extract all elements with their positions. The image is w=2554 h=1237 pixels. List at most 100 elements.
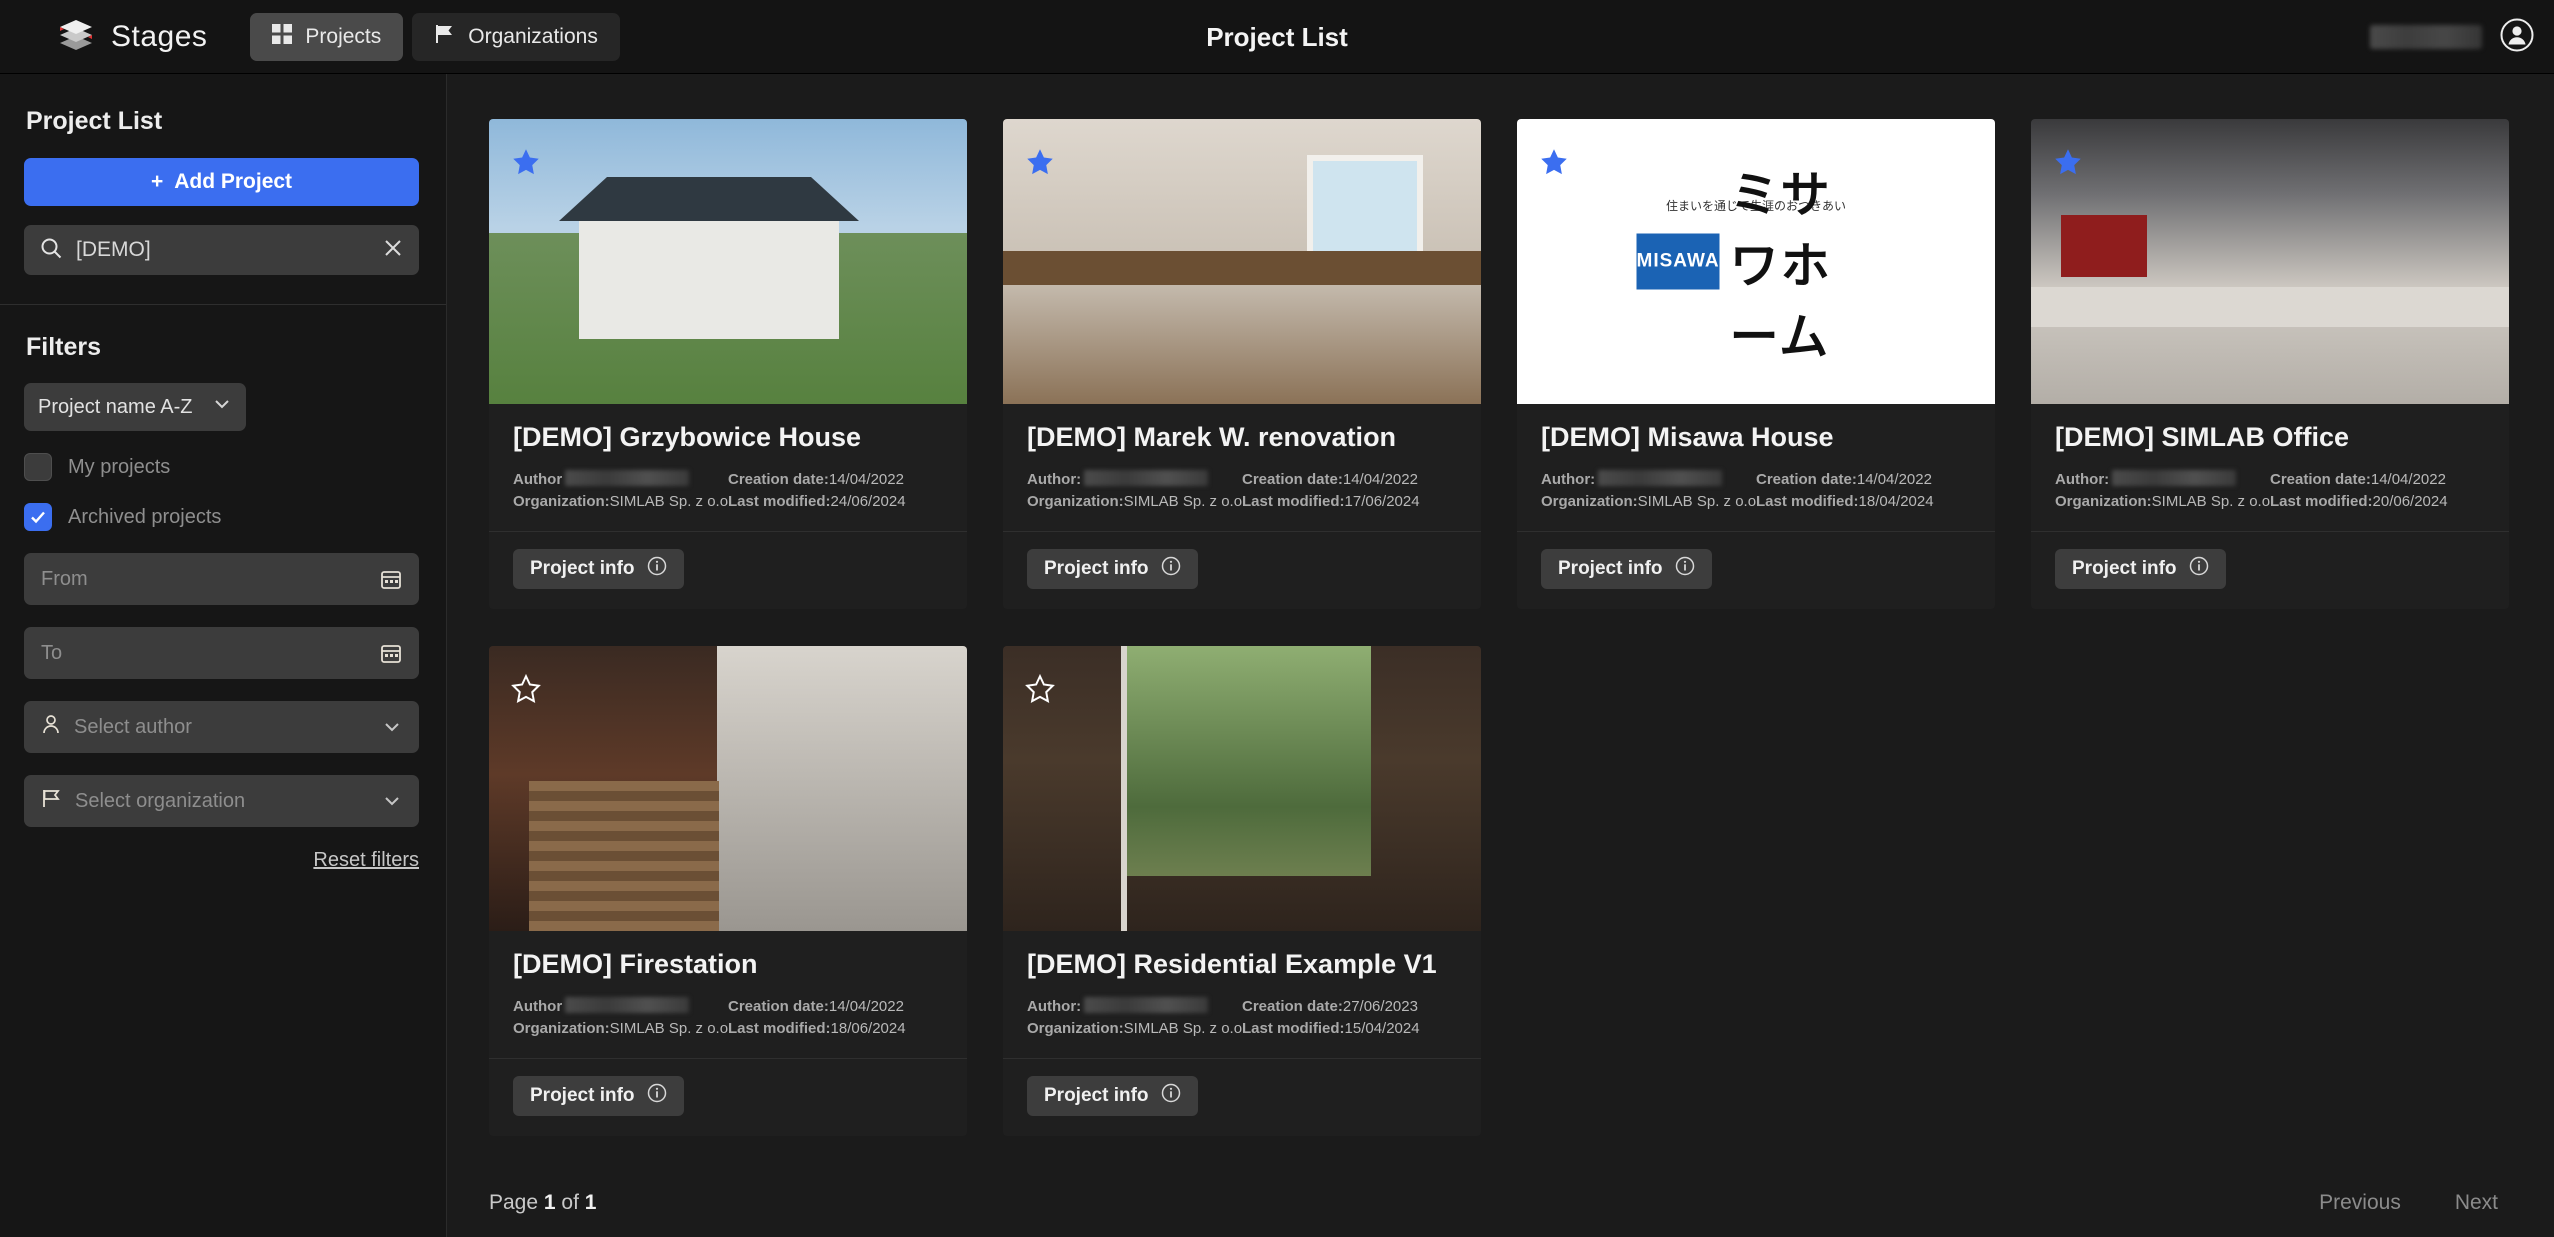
project-info-button[interactable]: Project info (1027, 549, 1198, 589)
nav-tab-organizations[interactable]: Organizations (412, 12, 620, 61)
project-title: [DEMO] Grzybowice House (513, 422, 862, 452)
calendar-icon[interactable] (380, 568, 402, 590)
date-from-placeholder: From (41, 567, 88, 590)
reset-filters-link[interactable]: Reset filters (24, 849, 419, 872)
organization-value: SIMLAB Sp. z o.o. (2151, 493, 2275, 510)
add-project-button[interactable]: + Add Project (24, 158, 419, 206)
nav-tab-projects[interactable]: Projects (250, 12, 404, 61)
checkbox-my-projects-box[interactable] (24, 453, 52, 481)
user-area (2370, 0, 2534, 74)
author-label: Author: (1541, 471, 1596, 488)
checkbox-archived-projects[interactable]: Archived projects (24, 503, 422, 531)
checkbox-archived-projects-box[interactable] (24, 503, 52, 531)
author-select[interactable]: Select author (24, 701, 419, 753)
chevron-down-icon (212, 394, 232, 420)
project-info-button[interactable]: Project info (1027, 1076, 1198, 1116)
organization-select-placeholder: Select organization (75, 789, 246, 812)
organization-value: SIMLAB Sp. z o.o. (1123, 493, 1247, 510)
info-circle-icon (647, 556, 667, 582)
checkbox-my-projects[interactable]: My projects (24, 453, 422, 481)
creation-date-label: Creation date: (728, 471, 829, 488)
project-title: [DEMO] Marek W. renovation (1027, 422, 1397, 452)
stages-logo-icon (55, 16, 97, 58)
search-clear-button[interactable] (383, 238, 403, 263)
project-card[interactable]: [DEMO] Residential Example V1 Author: Or… (1003, 646, 1481, 1136)
creation-date-value: 14/04/2022 (2370, 471, 2446, 488)
brand-name: Stages (111, 19, 208, 53)
project-thumbnail[interactable] (1003, 119, 1481, 404)
organization-label: Organization: (1027, 493, 1124, 510)
project-info-button[interactable]: Project info (1541, 549, 1712, 589)
creation-date-label: Creation date: (1242, 471, 1343, 488)
creation-date-value: 14/04/2022 (828, 471, 904, 488)
sort-select[interactable]: Project name A-Z (24, 383, 246, 431)
sidebar: Project List + Add Project [DEMO] Filter… (0, 74, 447, 1237)
brand: Stages (55, 16, 207, 58)
star-filled-icon[interactable] (1025, 147, 1055, 182)
user-icon (41, 714, 61, 741)
project-thumbnail[interactable] (2031, 119, 2509, 404)
checkbox-archived-projects-label: Archived projects (68, 505, 222, 528)
organization-value: SIMLAB Sp. z o.o. (609, 493, 733, 510)
project-thumbnail[interactable] (489, 646, 967, 931)
star-filled-icon[interactable] (511, 147, 541, 182)
creation-date-value: 14/04/2022 (1342, 471, 1418, 488)
previous-page-button[interactable]: Previous (2319, 1191, 2401, 1215)
last-modified-value: 24/06/2024 (830, 493, 906, 510)
organization-value: SIMLAB Sp. z o.o. (1123, 1020, 1247, 1037)
last-modified-label: Last modified: (728, 493, 831, 510)
star-filled-icon[interactable] (2053, 147, 2083, 182)
last-modified-value: 15/04/2024 (1344, 1020, 1420, 1037)
info-circle-icon (1675, 556, 1695, 582)
project-info-button[interactable]: Project info (513, 1076, 684, 1116)
nav-tab-organizations-label: Organizations (468, 24, 598, 48)
next-page-button[interactable]: Next (2455, 1191, 2498, 1215)
creation-date-label: Creation date: (1242, 998, 1343, 1015)
last-modified-value: 20/06/2024 (2372, 493, 2448, 510)
last-modified-label: Last modified: (1242, 1020, 1345, 1037)
grid-icon (272, 23, 293, 50)
top-bar: Stages Projects Organizations Project Li… (0, 0, 2554, 74)
user-circle-icon[interactable] (2500, 18, 2534, 57)
search-input[interactable]: [DEMO] (76, 238, 369, 262)
organization-label: Organization: (1541, 493, 1638, 510)
filters-heading: Filters (26, 333, 102, 361)
project-title: [DEMO] Misawa House (1541, 422, 1834, 452)
date-to-field[interactable]: To (24, 627, 419, 679)
creation-date-label: Creation date: (2270, 471, 2371, 488)
organization-select[interactable]: Select organization (24, 775, 419, 827)
flag-icon (41, 788, 62, 814)
author-value-redacted (2112, 470, 2237, 486)
project-thumbnail[interactable] (489, 119, 967, 404)
project-card[interactable]: [DEMO] SIMLAB Office Author: Organizatio… (2031, 119, 2509, 609)
author-value-redacted (1084, 997, 1209, 1013)
organization-label: Organization: (2055, 493, 2152, 510)
search-icon (40, 237, 62, 264)
star-filled-icon[interactable] (1539, 147, 1569, 182)
project-info-button[interactable]: Project info (513, 549, 684, 589)
project-grid: [DEMO] Grzybowice House Author Organizat… (447, 74, 2554, 1136)
star-outline-icon[interactable] (511, 673, 541, 709)
organization-label: Organization: (1027, 1020, 1124, 1037)
project-card[interactable]: [DEMO] Grzybowice House Author Organizat… (489, 119, 967, 609)
project-card[interactable]: [DEMO] Marek W. renovation Author: Organ… (1003, 119, 1481, 609)
project-info-button[interactable]: Project info (2055, 549, 2226, 589)
creation-date-value: 14/04/2022 (828, 998, 904, 1015)
author-value-redacted (1598, 470, 1723, 486)
project-thumbnail[interactable]: 住まいを通じて生涯のおつきあい MISAWA ミサワホーム (1517, 119, 1995, 404)
project-info-label: Project info (1558, 558, 1663, 579)
star-outline-icon[interactable] (1025, 673, 1055, 709)
calendar-icon[interactable] (380, 642, 402, 664)
last-modified-value: 17/06/2024 (1344, 493, 1420, 510)
creation-date-value: 27/06/2023 (1342, 998, 1418, 1015)
author-label: Author (513, 471, 563, 488)
date-from-field[interactable]: From (24, 553, 419, 605)
page-prefix: Page (489, 1191, 539, 1214)
project-title: [DEMO] Firestation (513, 949, 758, 979)
project-thumbnail[interactable] (1003, 646, 1481, 931)
project-card[interactable]: [DEMO] Firestation Author Organization:S… (489, 646, 967, 1136)
project-card[interactable]: 住まいを通じて生涯のおつきあい MISAWA ミサワホーム [DEMO] Mis… (1517, 119, 1995, 609)
chevron-down-icon (382, 717, 402, 737)
search-box[interactable]: [DEMO] (24, 225, 419, 275)
project-info-label: Project info (530, 558, 635, 579)
